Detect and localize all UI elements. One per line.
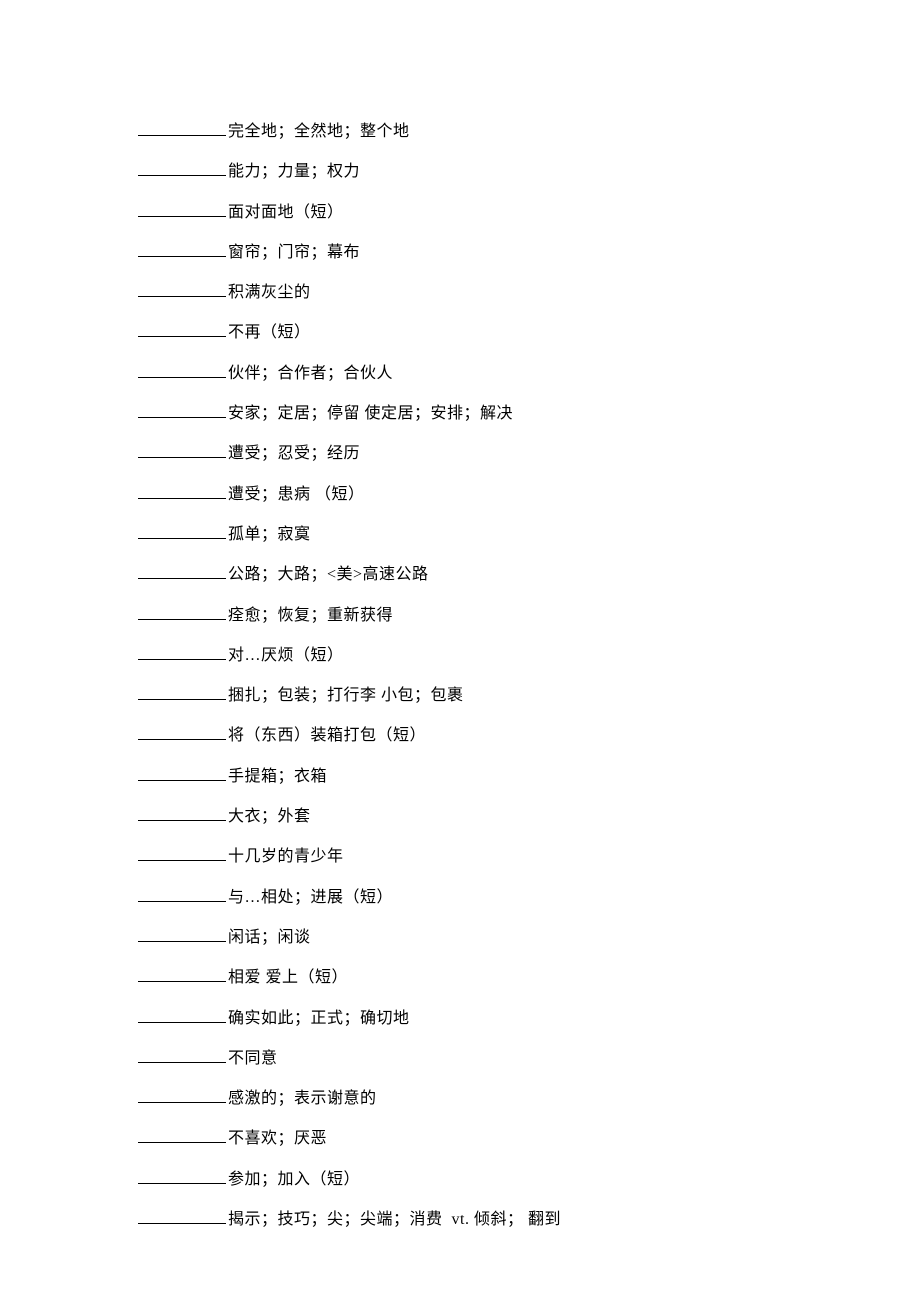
- vocab-line: 与…相处；进展（短）: [138, 878, 920, 918]
- vocab-line: 孤单；寂寞: [138, 515, 920, 555]
- definition-text: 不再（短）: [228, 313, 311, 353]
- definition-text: 相爱 爱上（短）: [228, 958, 348, 998]
- vocab-line: 遭受；忍受；经历: [138, 434, 920, 474]
- vocab-line: 参加；加入（短）: [138, 1160, 920, 1200]
- definition-text: 窗帘；门帘；幕布: [228, 233, 360, 273]
- answer-blank[interactable]: [138, 481, 226, 499]
- answer-blank[interactable]: [138, 642, 226, 660]
- vocabulary-list: 完全地；全然地；整个地能力；力量；权力面对面地（短）窗帘；门帘；幕布积满灰尘的不…: [138, 112, 920, 1240]
- answer-blank[interactable]: [138, 722, 226, 740]
- answer-blank[interactable]: [138, 884, 226, 902]
- vocab-line: 对…厌烦（短）: [138, 636, 920, 676]
- definition-text: 闲话；闲谈: [228, 918, 311, 958]
- vocab-line: 不再（短）: [138, 313, 920, 353]
- vocab-line: 积满灰尘的: [138, 273, 920, 313]
- answer-blank[interactable]: [138, 602, 226, 620]
- answer-blank[interactable]: [138, 360, 226, 378]
- definition-text: 公路；大路；<美>高速公路: [228, 555, 429, 595]
- vocab-line: 将（东西）装箱打包（短）: [138, 716, 920, 756]
- answer-blank[interactable]: [138, 279, 226, 297]
- definition-text: 遭受；忍受；经历: [228, 434, 360, 474]
- answer-blank[interactable]: [138, 440, 226, 458]
- definition-text: 手提箱；衣箱: [228, 757, 327, 797]
- definition-text: 孤单；寂寞: [228, 515, 311, 555]
- vocab-line: 不同意: [138, 1039, 920, 1079]
- answer-blank[interactable]: [138, 1125, 226, 1143]
- vocab-line: 相爱 爱上（短）: [138, 958, 920, 998]
- answer-blank[interactable]: [138, 1166, 226, 1184]
- answer-blank[interactable]: [138, 803, 226, 821]
- definition-text: 捆扎；包装；打行李 小包；包裹: [228, 676, 464, 716]
- vocab-line: 面对面地（短）: [138, 193, 920, 233]
- answer-blank[interactable]: [138, 239, 226, 257]
- definition-text: 对…厌烦（短）: [228, 636, 344, 676]
- vocab-line: 大衣；外套: [138, 797, 920, 837]
- vocab-line: 确实如此；正式；确切地: [138, 999, 920, 1039]
- answer-blank[interactable]: [138, 682, 226, 700]
- definition-text: 面对面地（短）: [228, 193, 344, 233]
- vocab-line: 闲话；闲谈: [138, 918, 920, 958]
- answer-blank[interactable]: [138, 843, 226, 861]
- vocab-line: 完全地；全然地；整个地: [138, 112, 920, 152]
- vocab-line: 遭受；患病 （短）: [138, 475, 920, 515]
- answer-blank[interactable]: [138, 199, 226, 217]
- answer-blank[interactable]: [138, 319, 226, 337]
- answer-blank[interactable]: [138, 763, 226, 781]
- vocab-line: 捆扎；包装；打行李 小包；包裹: [138, 676, 920, 716]
- definition-text: 能力；力量；权力: [228, 152, 360, 192]
- definition-text: 不同意: [228, 1039, 278, 1079]
- definition-text: 不喜欢；厌恶: [228, 1119, 327, 1159]
- definition-text: 安家；定居；停留 使定居；安排；解决: [228, 394, 513, 434]
- definition-text: 参加；加入（短）: [228, 1160, 360, 1200]
- definition-text: 确实如此；正式；确切地: [228, 999, 410, 1039]
- answer-blank[interactable]: [138, 1045, 226, 1063]
- definition-text: 完全地；全然地；整个地: [228, 112, 410, 152]
- definition-text: 与…相处；进展（短）: [228, 878, 393, 918]
- definition-text: 揭示；技巧；尖；尖端；消费 vt. 倾斜； 翻到: [228, 1200, 561, 1240]
- answer-blank[interactable]: [138, 521, 226, 539]
- definition-text: 将（东西）装箱打包（短）: [228, 716, 426, 756]
- answer-blank[interactable]: [138, 561, 226, 579]
- answer-blank[interactable]: [138, 924, 226, 942]
- vocab-line: 伙伴；合作者；合伙人: [138, 354, 920, 394]
- answer-blank[interactable]: [138, 1206, 226, 1224]
- definition-text: 痊愈；恢复；重新获得: [228, 596, 393, 636]
- definition-text: 积满灰尘的: [228, 273, 311, 313]
- definition-text: 伙伴；合作者；合伙人: [228, 354, 393, 394]
- definition-text: 十几岁的青少年: [228, 837, 344, 877]
- definition-text: 大衣；外套: [228, 797, 311, 837]
- definition-text: 感激的；表示谢意的: [228, 1079, 377, 1119]
- vocab-line: 不喜欢；厌恶: [138, 1119, 920, 1159]
- definition-text: 遭受；患病 （短）: [228, 475, 365, 515]
- answer-blank[interactable]: [138, 158, 226, 176]
- answer-blank[interactable]: [138, 1005, 226, 1023]
- answer-blank[interactable]: [138, 1085, 226, 1103]
- vocab-line: 安家；定居；停留 使定居；安排；解决: [138, 394, 920, 434]
- vocab-line: 能力；力量；权力: [138, 152, 920, 192]
- vocab-line: 十几岁的青少年: [138, 837, 920, 877]
- vocab-line: 感激的；表示谢意的: [138, 1079, 920, 1119]
- vocab-line: 公路；大路；<美>高速公路: [138, 555, 920, 595]
- vocab-line: 窗帘；门帘；幕布: [138, 233, 920, 273]
- vocab-line: 手提箱；衣箱: [138, 757, 920, 797]
- answer-blank[interactable]: [138, 118, 226, 136]
- vocab-line: 揭示；技巧；尖；尖端；消费 vt. 倾斜； 翻到: [138, 1200, 920, 1240]
- answer-blank[interactable]: [138, 400, 226, 418]
- answer-blank[interactable]: [138, 964, 226, 982]
- vocab-line: 痊愈；恢复；重新获得: [138, 596, 920, 636]
